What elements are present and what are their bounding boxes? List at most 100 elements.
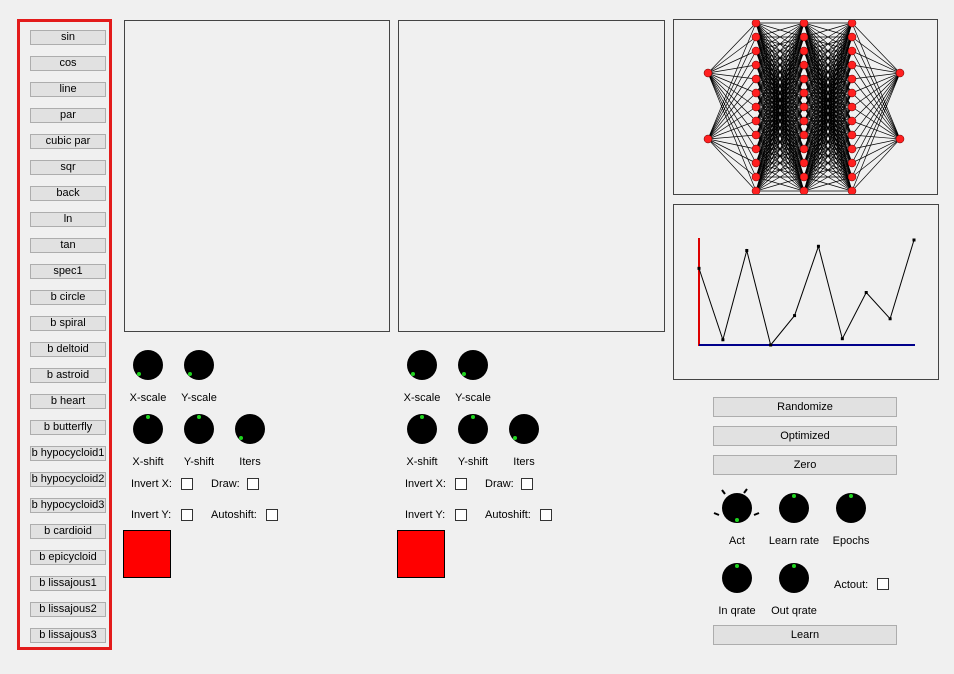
left-draw-checkbox[interactable] xyxy=(247,478,259,490)
network-node xyxy=(751,186,761,194)
network-node xyxy=(895,68,905,78)
left-invert-y-checkbox[interactable] xyxy=(181,509,193,521)
right-invert-x-checkbox[interactable] xyxy=(455,478,467,490)
function-button[interactable]: b butterfly xyxy=(30,420,106,435)
function-button[interactable]: b heart xyxy=(30,394,106,409)
right-xscale-knob[interactable] xyxy=(407,350,437,380)
network-node xyxy=(751,20,761,28)
network-node xyxy=(751,130,761,140)
left-invert-x-checkbox[interactable] xyxy=(181,478,193,490)
function-button[interactable]: b astroid xyxy=(30,368,106,383)
right-iters-knob[interactable] xyxy=(509,414,539,444)
right-yscale-label: Y-scale xyxy=(455,392,491,404)
left-iters-label: Iters xyxy=(239,456,261,468)
function-button[interactable]: b spiral xyxy=(30,316,106,331)
left-color-swatch[interactable] xyxy=(123,530,171,578)
network-edge xyxy=(851,72,901,164)
network-node xyxy=(799,116,809,126)
network-node xyxy=(799,60,809,70)
network-edge xyxy=(707,138,757,150)
function-button[interactable]: b epicycloid xyxy=(30,550,106,565)
function-button[interactable]: sqr xyxy=(30,160,106,175)
left-yshift-knob[interactable] xyxy=(184,414,214,444)
network-node xyxy=(799,186,809,194)
right-autoshift-checkbox[interactable] xyxy=(540,509,552,521)
function-button[interactable]: b circle xyxy=(30,290,106,305)
network-edge xyxy=(851,36,901,74)
error-point xyxy=(697,266,701,270)
function-button[interactable]: b hypocycloid1 xyxy=(30,446,106,461)
right-color-swatch[interactable] xyxy=(397,530,445,578)
network-node xyxy=(847,32,857,42)
function-button[interactable]: tan xyxy=(30,238,106,253)
in-qrate-knob[interactable] xyxy=(722,563,752,593)
network-node xyxy=(799,20,809,28)
learn-button[interactable]: Learn xyxy=(713,625,897,645)
function-button[interactable]: ln xyxy=(30,212,106,227)
right-yshift-knob[interactable] xyxy=(458,414,488,444)
network-edge xyxy=(851,138,901,150)
network-node xyxy=(751,46,761,56)
right-xshift-knob[interactable] xyxy=(407,414,437,444)
network-edge xyxy=(851,138,901,192)
zero-button[interactable]: Zero xyxy=(713,455,897,475)
act-knob[interactable] xyxy=(722,493,752,523)
actout-checkbox[interactable] xyxy=(877,578,889,590)
function-button[interactable]: b cardioid xyxy=(30,524,106,539)
network-graph xyxy=(703,20,905,194)
error-point xyxy=(721,338,725,342)
randomize-button[interactable]: Randomize xyxy=(713,397,897,417)
network-node xyxy=(751,88,761,98)
network-edge xyxy=(707,138,757,192)
function-button[interactable]: b hypocycloid2 xyxy=(30,472,106,487)
right-draw-checkbox[interactable] xyxy=(521,478,533,490)
network-edge xyxy=(707,36,757,74)
function-button[interactable]: b deltoid xyxy=(30,342,106,357)
network-edge xyxy=(707,72,757,150)
epochs-knob[interactable] xyxy=(836,493,866,523)
network-node xyxy=(847,46,857,56)
right-invert-x-label: Invert X: xyxy=(405,478,446,490)
network-node xyxy=(799,144,809,154)
left-xshift-knob[interactable] xyxy=(133,414,163,444)
function-button[interactable]: spec1 xyxy=(30,264,106,279)
right-invert-y-checkbox[interactable] xyxy=(455,509,467,521)
function-button[interactable]: cos xyxy=(30,56,106,71)
right-autoshift-label: Autoshift: xyxy=(485,509,531,521)
learn-rate-knob[interactable] xyxy=(779,493,809,523)
left-xscale-knob[interactable] xyxy=(133,350,163,380)
network-node xyxy=(799,102,809,112)
left-invert-y-label: Invert Y: xyxy=(131,509,172,521)
act-label: Act xyxy=(729,535,745,547)
error-chart-plot xyxy=(697,238,916,347)
left-iters-knob[interactable] xyxy=(235,414,265,444)
function-button[interactable]: back xyxy=(30,186,106,201)
network-node xyxy=(847,158,857,168)
left-autoshift-checkbox[interactable] xyxy=(266,509,278,521)
network-node xyxy=(799,88,809,98)
right-draw-label: Draw: xyxy=(485,478,514,490)
error-point xyxy=(816,244,820,248)
network-edge xyxy=(707,138,757,164)
network-node xyxy=(847,102,857,112)
network-edge xyxy=(707,50,757,74)
left-yscale-knob[interactable] xyxy=(184,350,214,380)
function-button[interactable]: cubic par xyxy=(30,134,106,149)
network-edge xyxy=(707,72,757,164)
function-list: sin cos line par cubic par sqr back ln tan spec1 b… xyxy=(17,19,112,650)
function-button[interactable]: b lissajous2 xyxy=(30,602,106,617)
right-invert-y-label: Invert Y: xyxy=(405,509,446,521)
function-button[interactable]: b lissajous3 xyxy=(30,628,106,643)
function-button[interactable]: par xyxy=(30,108,106,123)
function-button[interactable]: sin xyxy=(30,30,106,45)
network-node xyxy=(751,144,761,154)
function-button[interactable]: line xyxy=(30,82,106,97)
left-autoshift-label: Autoshift: xyxy=(211,509,257,521)
error-point xyxy=(840,337,844,341)
right-yscale-knob[interactable] xyxy=(458,350,488,380)
optimized-button[interactable]: Optimized xyxy=(713,426,897,446)
function-button[interactable]: b hypocycloid3 xyxy=(30,498,106,513)
function-button[interactable]: b lissajous1 xyxy=(30,576,106,591)
network-node xyxy=(751,32,761,42)
out-qrate-knob[interactable] xyxy=(779,563,809,593)
